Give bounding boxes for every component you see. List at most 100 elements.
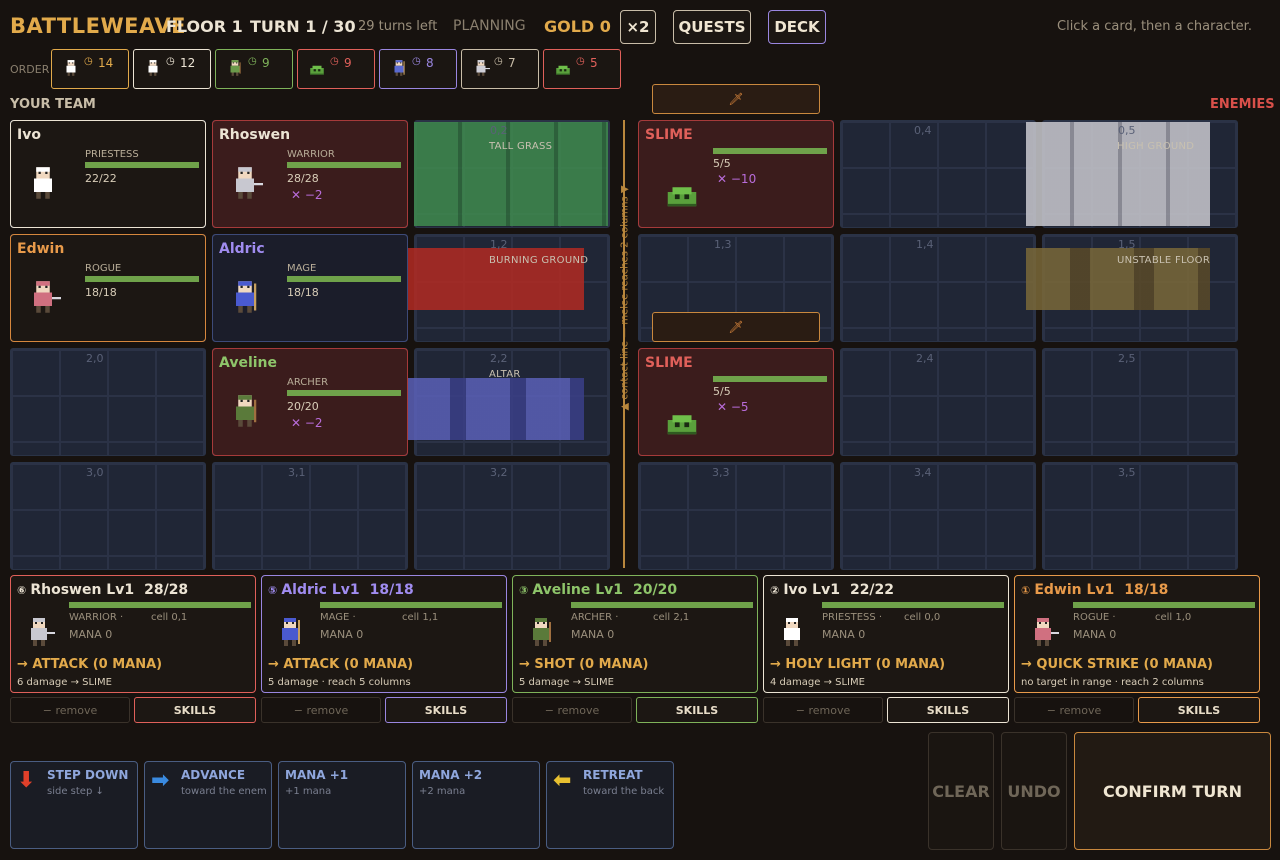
clock-icon: ◷ [412, 56, 421, 67]
remove-action-button[interactable]: − remove [763, 697, 883, 723]
left-arrow-icon: ⬅ [553, 768, 572, 793]
team-unit-card[interactable]: Rhoswen WARRIOR 28/28 ✕ −2 [212, 120, 408, 228]
clock-icon: ◷ [84, 56, 93, 67]
quests-button[interactable]: QUESTS [673, 10, 751, 44]
damage-value: −2 [304, 416, 323, 430]
confirm-turn-button[interactable]: CONFIRM TURN [1074, 732, 1271, 850]
undo-button[interactable]: UNDO [1001, 732, 1067, 850]
grid-cell[interactable] [840, 462, 1036, 570]
skills-button[interactable]: SKILLS [636, 697, 758, 723]
roster-mana: MANA 0 [1073, 628, 1117, 641]
grid-cell[interactable] [1042, 348, 1238, 456]
clear-button[interactable]: CLEAR [928, 732, 994, 850]
rogue-sprite-icon [1035, 618, 1059, 646]
move-name: MANA +2 [419, 768, 483, 782]
action-description: no target in range · reach 2 columns [1021, 677, 1204, 688]
mage-sprite-icon [282, 618, 300, 646]
turn-indicator: TURN 1 / 30 [250, 17, 356, 36]
planned-action: → SHOT (0 MANA) [519, 657, 649, 672]
move-card[interactable]: ➡ ADVANCE toward the enemy [144, 761, 272, 849]
terrain-label: BURNING GROUND [489, 255, 589, 266]
unit-hp-bar [287, 162, 401, 168]
roster-hp-bar [1073, 602, 1255, 608]
unit-hp-bar [85, 162, 199, 168]
order-slot[interactable]: 5 ◷ [543, 49, 621, 89]
team-unit-card[interactable]: Aveline ARCHER 20/20 ✕ −2 [212, 348, 408, 456]
move-card[interactable]: MANA +2 +2 mana [412, 761, 540, 849]
order-slot[interactable]: 8 ◷ [379, 49, 457, 89]
roster-hp: 20/20 [633, 582, 678, 598]
unit-role: PRIESTESS [85, 149, 139, 160]
cell-coordinate: 3,1 [288, 466, 306, 479]
enemy-unit-card[interactable]: SLIME 5/5 ✕ −10 [638, 120, 834, 228]
action-description: 5 damage · reach 5 columns [268, 677, 411, 688]
roster-unit-name: Edwin Lv1 [1034, 582, 1115, 598]
order-slot[interactable]: 14 ◷ [51, 49, 129, 89]
order-initiative: 14 [98, 56, 114, 70]
slime-sprite-icon [556, 65, 570, 75]
action-description: 4 damage → SLIME [770, 677, 865, 688]
order-slot[interactable]: 7 ◷ [461, 49, 539, 89]
roster-name: ③ Aveline Lv1 20/20 [519, 582, 677, 598]
order-slot[interactable]: 9 ◷ [297, 49, 375, 89]
grid-cell[interactable] [212, 462, 408, 570]
order-slot[interactable]: 9 ◷ [215, 49, 293, 89]
deck-button[interactable]: DECK [768, 10, 826, 44]
down-arrow-icon: ⬇ [17, 768, 36, 793]
crossed-swords-icon: ✕ [717, 172, 731, 186]
roster-card[interactable]: ⑥ Rhoswen Lv1 28/28 WARRIOR · cell 0,1 MANA 0… [10, 575, 256, 693]
unit-role: WARRIOR [287, 149, 335, 160]
roster-unit-name: Ivo Lv1 [783, 582, 840, 598]
enemy-name: SLIME [645, 127, 693, 143]
roster-card[interactable]: ① Edwin Lv1 18/18 ROGUE · cell 1,0 MANA 0 → QU… [1014, 575, 1260, 693]
roster-card[interactable]: ⑤ Aldric Lv1 18/18 MAGE · cell 1,1 MANA 0 → AT… [261, 575, 507, 693]
unit-hp: 18/18 [287, 286, 319, 299]
roster-hp: 22/22 [849, 582, 895, 598]
cell-coordinate: 1,4 [916, 238, 934, 251]
grid-cell[interactable] [414, 462, 610, 570]
order-initiative: 12 [180, 56, 196, 70]
skills-button[interactable]: SKILLS [385, 697, 507, 723]
move-card[interactable]: MANA +1 +1 mana [278, 761, 406, 849]
terrain-label: ALTAR [489, 369, 521, 380]
warrior-sprite-icon [31, 618, 55, 646]
team-unit-card[interactable]: Aldric MAGE 18/18 [212, 234, 408, 342]
skills-button[interactable]: SKILLS [887, 697, 1009, 723]
roster-name: ⑥ Rhoswen Lv1 28/28 [17, 582, 188, 598]
skills-button[interactable]: SKILLS [1138, 697, 1260, 723]
skills-button[interactable]: SKILLS [134, 697, 256, 723]
speed-button[interactable]: ×2 [620, 10, 656, 44]
clock-icon: ◷ [166, 56, 175, 67]
move-card[interactable]: ⬅ RETREAT toward the back [546, 761, 674, 849]
enemy-unit-card[interactable]: SLIME 5/5 ✕ −5 [638, 348, 834, 456]
move-card[interactable]: ⬇ STEP DOWN side step ↓ [10, 761, 138, 849]
roster-mana: MANA 0 [822, 628, 866, 641]
sword-icon: 🗡 [728, 92, 744, 106]
grid-cell[interactable] [638, 462, 834, 570]
grid-cell[interactable] [840, 348, 1036, 456]
order-slot[interactable]: 12 ◷ [133, 49, 211, 89]
remove-action-button[interactable]: − remove [261, 697, 381, 723]
team-unit-card[interactable]: Edwin ROGUE 18/18 [10, 234, 206, 342]
grid-cell[interactable] [840, 120, 1036, 228]
move-description: +2 mana [419, 786, 466, 797]
grid-cell[interactable] [10, 462, 206, 570]
grid-cell[interactable] [840, 234, 1036, 342]
roster-card[interactable]: ③ Aveline Lv1 20/20 ARCHER · cell 2,1 MANA 0 →… [512, 575, 758, 693]
enemy-intent[interactable]: 🗡 [652, 84, 820, 114]
remove-action-button[interactable]: − remove [10, 697, 130, 723]
roster-card[interactable]: ② Ivo Lv1 22/22 PRIESTESS · cell 0,0 MANA 0 → … [763, 575, 1009, 693]
roster-hp-bar [69, 602, 251, 608]
grid-cell[interactable] [1042, 462, 1238, 570]
tall-grass-tile [414, 122, 608, 226]
move-description: toward the enemy [181, 786, 267, 797]
team-unit-card[interactable]: Ivo PRIESTESS 22/22 [10, 120, 206, 228]
enemy-intent[interactable]: 🗡 [652, 312, 820, 342]
clock-icon: ◷ [330, 56, 339, 67]
remove-action-button[interactable]: − remove [1014, 697, 1134, 723]
crossed-swords-icon: ✕ [291, 416, 305, 430]
roster-mana: MANA 0 [69, 628, 113, 641]
grid-cell[interactable] [10, 348, 206, 456]
remove-action-button[interactable]: − remove [512, 697, 632, 723]
your-team-label: YOUR TEAM [10, 97, 96, 112]
